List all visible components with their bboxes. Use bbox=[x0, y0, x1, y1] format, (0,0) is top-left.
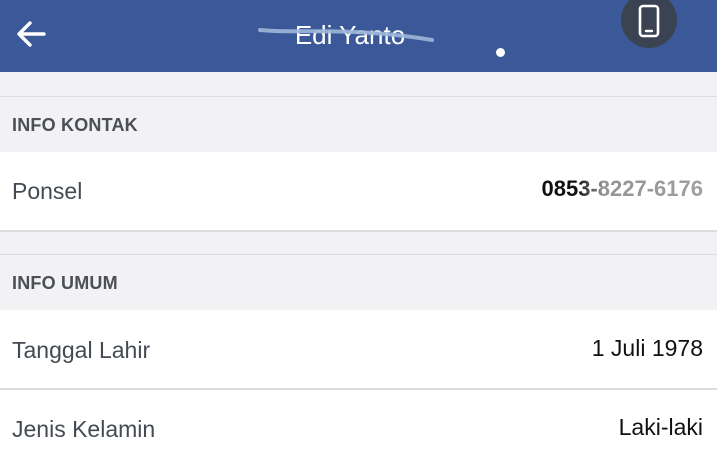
top-app-bar: Edi Yanto bbox=[0, 0, 717, 72]
spacer bbox=[0, 72, 717, 96]
spacer bbox=[0, 232, 717, 254]
section-header-contact: INFO KONTAK bbox=[0, 96, 717, 152]
section-title-contact: INFO KONTAK bbox=[12, 115, 138, 135]
gender-label: Jenis Kelamin bbox=[12, 416, 156, 442]
redaction-scribble bbox=[258, 28, 434, 42]
general-row-gender[interactable]: Jenis Kelamin Laki-laki bbox=[0, 390, 717, 463]
contact-row-phone[interactable]: Ponsel 0853-8227-6176 bbox=[0, 152, 717, 230]
phone-label: Ponsel bbox=[12, 178, 83, 204]
section-header-general: INFO UMUM bbox=[0, 254, 717, 310]
birthday-label: Tanggal Lahir bbox=[12, 337, 151, 363]
birthday-value: 1 Juli 1978 bbox=[591, 335, 703, 361]
phone-value: 0853-8227-6176 bbox=[541, 176, 703, 201]
section-title-general: INFO UMUM bbox=[12, 273, 118, 293]
back-button[interactable] bbox=[14, 18, 50, 50]
smartphone-icon bbox=[638, 4, 660, 38]
status-dot bbox=[496, 48, 505, 57]
gender-value: Laki-laki bbox=[618, 414, 703, 440]
general-row-birthday[interactable]: Tanggal Lahir 1 Juli 1978 bbox=[0, 310, 717, 388]
device-button[interactable] bbox=[621, 0, 677, 48]
arrow-left-icon bbox=[17, 21, 46, 47]
